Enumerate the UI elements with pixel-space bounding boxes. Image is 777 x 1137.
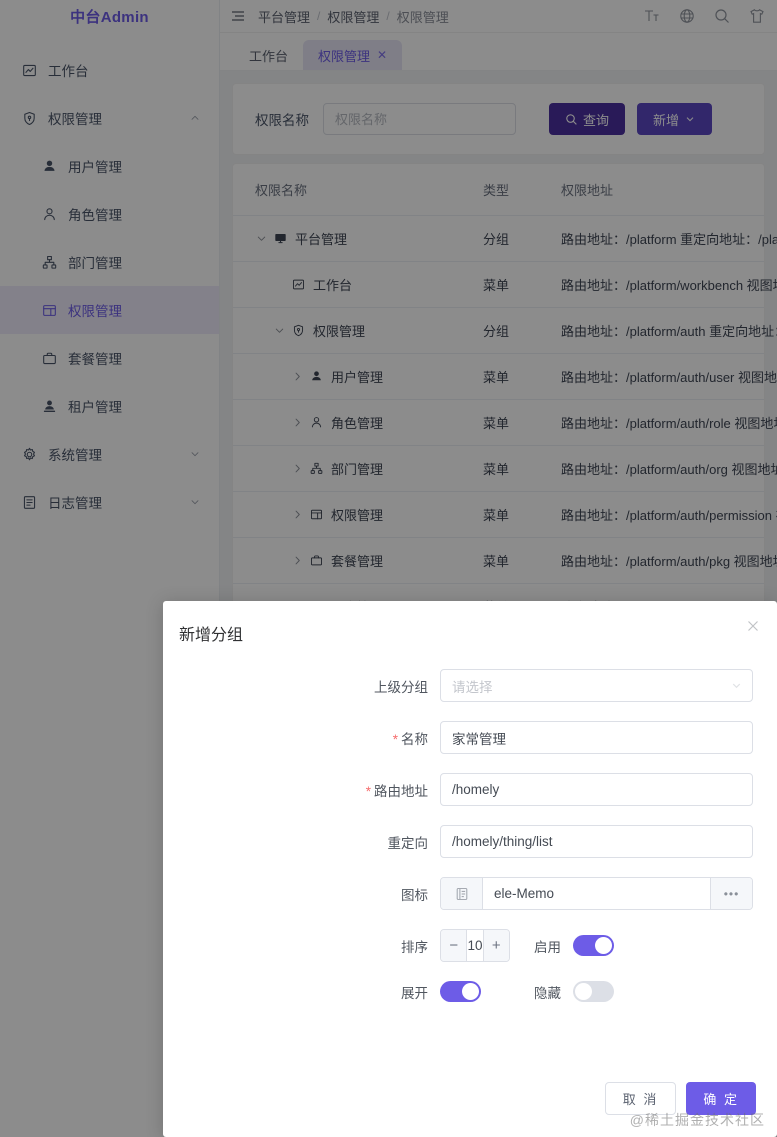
row-sort-enabled: 排序 − 10 + 启用 <box>163 929 753 962</box>
field-hidden: 隐藏 <box>510 981 614 1002</box>
field-name: * 名称 家常管理 <box>163 721 753 754</box>
watermark: @稀土掘金技术社区 <box>629 1112 765 1128</box>
stepper-minus-button[interactable]: − <box>441 930 468 961</box>
field-label: 隐藏 <box>534 985 561 1001</box>
icon-picker-button[interactable]: ••• <box>710 878 752 909</box>
field-sort: 排序 − 10 + <box>163 929 510 962</box>
field-enabled: 启用 <box>510 935 614 956</box>
field-expand: 展开 <box>163 981 510 1002</box>
field-label-text: 名称 <box>401 731 428 747</box>
redirect-input[interactable]: /homely/thing/list <box>440 825 753 858</box>
sort-stepper[interactable]: − 10 + <box>440 929 510 962</box>
stepper-plus-button[interactable]: + <box>482 930 509 961</box>
field-route-path: * 路由地址 /homely <box>163 773 753 806</box>
required-mark: * <box>365 783 371 799</box>
memo-icon <box>441 878 483 909</box>
parent-group-select[interactable]: 请选择 <box>440 669 753 702</box>
field-label: 排序 <box>401 939 428 955</box>
field-parent-group: 上级分组 请选择 <box>163 669 753 702</box>
dialog-header: 新增分组 <box>163 601 777 659</box>
field-redirect: 重定向 /homely/thing/list <box>163 825 753 858</box>
field-label: 图标 <box>401 887 428 903</box>
toggle-knob <box>462 983 479 1000</box>
expand-toggle[interactable] <box>440 981 481 1002</box>
close-icon[interactable] <box>745 618 761 634</box>
enabled-toggle[interactable] <box>573 935 614 956</box>
field-label: 上级分组 <box>374 679 428 695</box>
add-group-dialog: 新增分组 上级分组 请选择 * 名称 家常管理 * 路由地址 /homely 重… <box>163 601 777 1137</box>
icon-field[interactable]: ele-Memo ••• <box>440 877 753 910</box>
field-label: 启用 <box>534 939 561 955</box>
name-input[interactable]: 家常管理 <box>440 721 753 754</box>
dialog-body: 上级分组 请选择 * 名称 家常管理 * 路由地址 /homely 重定向 /hom… <box>163 659 777 1002</box>
app-root: 中台Admin 工作台 权限管理 用户管理 角色管理 部门管理 权限管理 套餐管理 租户管理系… <box>0 0 777 1137</box>
field-label: 展开 <box>401 985 428 1001</box>
dialog-title: 新增分组 <box>179 627 244 644</box>
field-icon: 图标 ele-Memo ••• <box>163 877 753 910</box>
toggle-knob <box>595 937 612 954</box>
toggle-knob <box>575 983 592 1000</box>
route-path-input[interactable]: /homely <box>440 773 753 806</box>
field-label: * 名称 <box>163 728 440 748</box>
field-label-text: 路由地址 <box>374 783 428 799</box>
parent-group-value: 请选择 <box>440 669 753 702</box>
hidden-toggle[interactable] <box>573 981 614 1002</box>
field-label: * 路由地址 <box>163 780 440 800</box>
icon-value: ele-Memo <box>494 886 555 901</box>
field-label: 重定向 <box>387 835 429 851</box>
chevron-down-icon <box>730 679 743 692</box>
sort-value[interactable]: 10 <box>467 930 482 961</box>
row-expand-hidden: 展开 隐藏 <box>163 981 753 1002</box>
required-mark: * <box>392 731 398 747</box>
